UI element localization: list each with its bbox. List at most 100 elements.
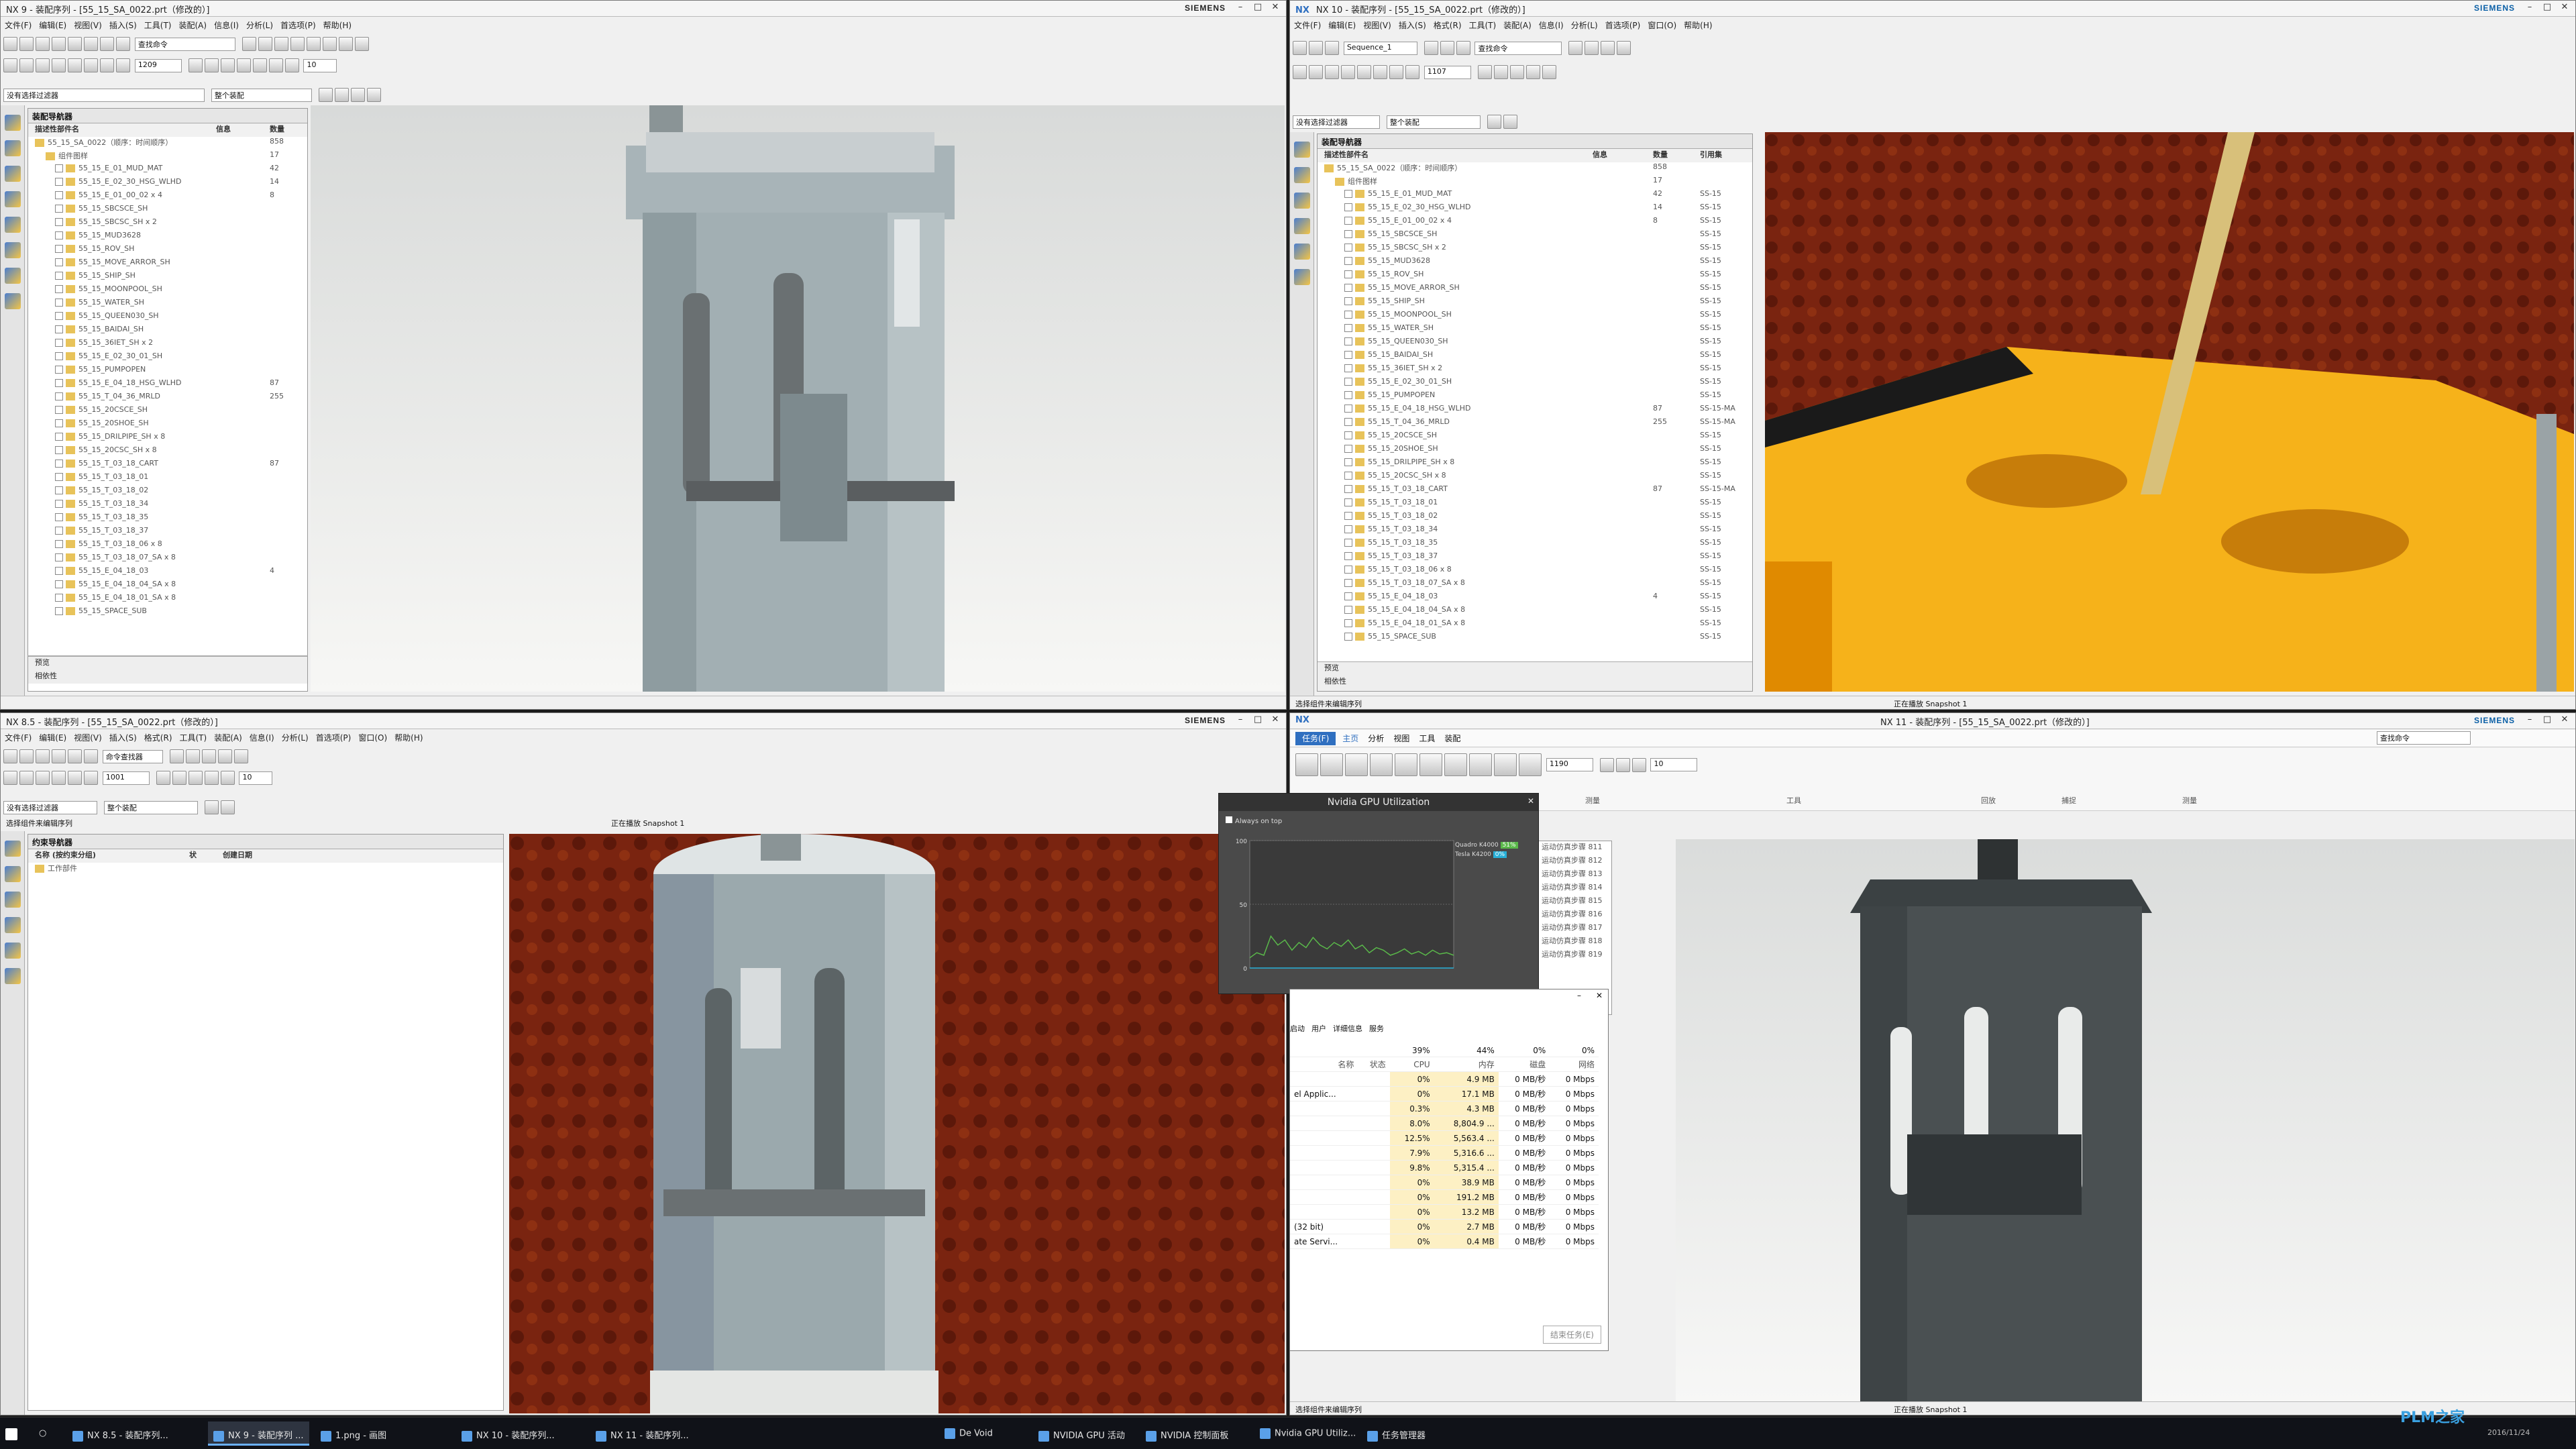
frame-field[interactable]: 1107 [1424,65,1471,79]
menu-info[interactable]: 信息(I) [1539,21,1564,30]
tab-analysis[interactable]: 分析 [1368,734,1384,743]
tree-row[interactable]: 55_15_SBCSCE_SH SS-15 [1318,229,1752,243]
group-icon[interactable] [1373,65,1387,79]
visibility-checkbox[interactable] [55,486,63,494]
taskbar-item[interactable]: NX 9 - 装配序列 ... [208,1421,309,1446]
tab-tools[interactable]: 工具 [1419,734,1435,743]
point-icon[interactable] [366,88,381,102]
visibility-checkbox[interactable] [1344,297,1352,305]
minimize-icon[interactable]: – [2522,2,2538,14]
select-all-icon[interactable] [334,88,349,102]
sequence-step[interactable]: 运动仿真步骤 816 [1539,908,1611,922]
end-task-button[interactable]: 结束任务(E) [1543,1326,1601,1344]
visibility-checkbox[interactable] [1344,230,1352,238]
menu-edit[interactable]: 编辑(E) [1328,21,1356,30]
taskbar-item[interactable]: NX 11 - 装配序列... [590,1421,694,1446]
visibility-checkbox[interactable] [55,231,63,239]
section-dependencies[interactable]: 相依性 [1318,676,1752,689]
visibility-checkbox[interactable] [1344,405,1352,413]
table-row[interactable]: 0.3% 4.3 MB 0 MB/秒 0 Mbps [1290,1101,1599,1116]
shade-icon[interactable] [306,37,321,51]
close-icon[interactable]: ✕ [1596,991,1603,1000]
tree-row[interactable]: 55_15_E_04_18_04_SA x 8 SS-15 [1318,605,1752,619]
tab-task[interactable]: 任务(F) [1295,732,1336,745]
insert-step-icon[interactable] [1293,65,1307,79]
section-dependencies[interactable]: 相依性 [28,670,307,684]
select-icon[interactable] [318,88,333,102]
menu-preferences[interactable]: 首选项(P) [280,21,316,30]
visibility-checkbox[interactable] [1344,203,1352,211]
tree-row[interactable]: 55_15_ROV_SH [28,244,307,258]
minimize-icon[interactable]: – [1232,714,1248,727]
pause-icon[interactable] [1615,757,1630,772]
tree-row[interactable]: 55_15_36IET_SH x 2 SS-15 [1318,364,1752,377]
menu-help[interactable]: 帮助(H) [394,733,423,743]
tree-row[interactable]: 55_15_T_03_18_01 SS-15 [1318,498,1752,511]
redo-icon[interactable] [68,749,82,763]
sequence-step[interactable]: 运动仿真步骤 818 [1539,935,1611,949]
menu-tools[interactable]: 工具(T) [144,21,172,30]
tree-row[interactable]: 55_15_T_03_18_01 [28,472,307,486]
pause-icon[interactable] [188,771,203,785]
visibility-checkbox[interactable] [1344,190,1352,198]
menu-view[interactable]: 视图(V) [74,733,102,743]
tree-row[interactable]: 55_15_QUEEN030_SH SS-15 [1318,337,1752,350]
record-icon[interactable] [1444,753,1467,776]
save-icon[interactable] [36,749,50,763]
command-finder[interactable]: 查找命令 [1474,41,1562,55]
tree-row[interactable]: 55_15_MUD3628 [28,231,307,244]
frame-field[interactable]: 1190 [1546,758,1593,771]
visibility-checkbox[interactable] [55,258,63,266]
tree-row[interactable]: 55_15_E_04_18_HSG_WLHD 87 SS-15-MA [1318,404,1752,417]
tree-row[interactable]: 55_15_20CSC_SH x 8 SS-15 [1318,471,1752,484]
visibility-checkbox[interactable] [55,312,63,320]
reuse-library-icon[interactable] [1293,218,1310,234]
visibility-checkbox[interactable] [1344,498,1352,506]
visibility-checkbox[interactable] [1344,364,1352,372]
frame-field[interactable]: 1209 [134,58,182,72]
taskbar-item[interactable]: Nvidia GPU Utiliz... [1254,1421,1361,1446]
visibility-checkbox[interactable] [55,473,63,481]
roles-icon[interactable] [1293,269,1310,285]
roles-icon[interactable] [4,293,21,309]
tree-row[interactable]: 55_15_E_04_18_03 4 [28,566,307,580]
play-back-icon[interactable] [220,58,235,72]
transform-icon[interactable] [1389,65,1403,79]
select-icon[interactable] [204,800,219,814]
visibility-checkbox[interactable] [1344,525,1352,533]
tree-row[interactable]: 55_15_T_03_18_02 [28,486,307,499]
tree-row[interactable]: 55_15_E_01_MUD_MAT 42 [28,164,307,177]
tree-row[interactable]: 55_15_ROV_SH SS-15 [1318,270,1752,283]
visibility-checkbox[interactable] [1344,378,1352,386]
visibility-checkbox[interactable] [1344,592,1352,600]
visibility-checkbox[interactable] [1344,606,1352,614]
table-row[interactable]: 0% 4.9 MB 0 MB/秒 0 Mbps [1290,1071,1599,1087]
tree-row[interactable]: 55_15_SHIP_SH SS-15 [1318,297,1752,310]
tree-row[interactable]: 55_15_DRILPIPE_SH x 8 SS-15 [1318,458,1752,471]
tree-row[interactable]: 55_15_E_04_18_01_SA x 8 SS-15 [1318,619,1752,632]
tree-root[interactable]: 55_15_SA_0022（顺序：时间顺序） 858 [1318,162,1752,176]
tree-row[interactable]: 55_15_E_02_30_01_SH SS-15 [1318,377,1752,390]
tree-row[interactable]: 55_15_E_02_30_01_SH [28,352,307,365]
tree-row[interactable]: 55_15_T_03_18_06 x 8 SS-15 [1318,565,1752,578]
visibility-checkbox[interactable] [55,540,63,548]
tree-row[interactable]: 55_15_SPACE_SUB [28,606,307,620]
col-status[interactable]: 状 [189,849,197,860]
tree-row[interactable]: 55_15_SBCSC_SH x 2 SS-15 [1318,243,1752,256]
visibility-checkbox[interactable] [1344,431,1352,439]
visibility-checkbox[interactable] [55,594,63,602]
step-forward-icon[interactable] [268,58,283,72]
menu-help[interactable]: 帮助(H) [323,21,352,30]
home-icon[interactable] [1293,41,1307,55]
visibility-checkbox[interactable] [1344,217,1352,225]
minimize-icon[interactable]: – [2522,714,2538,727]
disassemble-icon[interactable] [1325,65,1339,79]
graphics-window[interactable] [311,105,1285,692]
tab-view[interactable]: 视图 [1393,734,1409,743]
assemble-icon[interactable] [1345,753,1368,776]
step-field[interactable]: 10 [239,771,273,785]
step-field[interactable]: 10 [303,58,337,72]
tree-row[interactable]: 55_15_20CSCE_SH [28,405,307,419]
sequence-step[interactable]: 运动仿真步骤 817 [1539,922,1611,935]
layer-icon[interactable] [217,749,232,763]
